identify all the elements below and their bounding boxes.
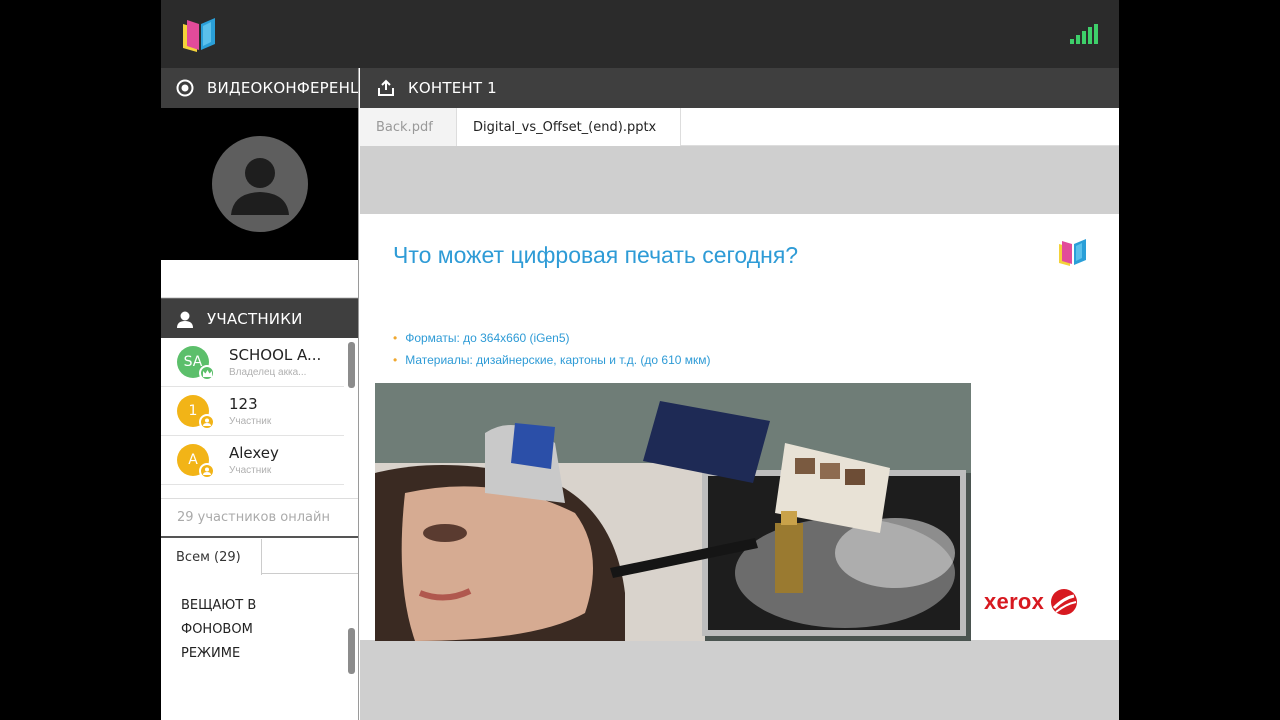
participant-row[interactable]: 1 123 Участник — [161, 387, 344, 436]
user-placeholder-icon — [211, 136, 308, 232]
webinar-app: ВИДЕОКОНФЕРЕНЦИЯ УЧАСТНИКИ SA — [161, 0, 1119, 720]
slide-bullet: • Материалы: дизайнерские, картоны и т.д.… — [393, 353, 711, 367]
slide-viewer: Что может цифровая печать сегодня? • Форм… — [360, 146, 1119, 720]
signal-strength-icon — [1070, 24, 1098, 44]
participant-list: SA SCHOOL A... Владелец акка... 1 123 Уч… — [161, 338, 358, 498]
video-panel-header[interactable]: ВИДЕОКОНФЕРЕНЦИЯ — [161, 68, 358, 108]
content-panel: КОНТЕНТ 1 Back.pdf Digital_vs_Offset_(en… — [360, 68, 1119, 720]
user-icon — [199, 463, 215, 479]
avatar-initials: A — [188, 452, 198, 468]
video-feed[interactable] — [161, 108, 358, 260]
participant-name: 123 — [229, 395, 258, 413]
avatar-initials: 1 — [188, 403, 198, 419]
chat-tab-all[interactable]: Всем (29) — [161, 539, 262, 575]
content-panel-title: КОНТЕНТ 1 — [408, 79, 497, 97]
video-panel-title: ВИДЕОКОНФЕРЕНЦИЯ — [207, 79, 358, 97]
participants-panel-title: УЧАСТНИКИ — [207, 309, 303, 328]
participant-role: Владелец акка... — [229, 367, 307, 378]
participants-panel-header[interactable]: УЧАСТНИКИ — [161, 298, 358, 338]
avatar: SA — [177, 346, 215, 381]
avatar: 1 — [177, 395, 215, 430]
crown-icon — [199, 365, 215, 381]
slide-bullet-text: Форматы: до 364x660 (iGen5) — [405, 331, 570, 345]
user-icon — [199, 414, 215, 430]
participant-name: SCHOOL A... — [229, 346, 322, 364]
book-logo-icon — [1059, 239, 1086, 266]
participant-role: Участник — [229, 416, 272, 427]
print-samples-photo — [375, 383, 971, 641]
chat-panel: Всем (29) ВЕЩАЮТ В ФОНОВОМ РЕЖИМЕ — [161, 538, 358, 720]
xerox-logo: xerox — [984, 588, 1078, 616]
participant-role: Участник — [229, 465, 272, 476]
participant-row[interactable]: A Alexey Участник — [161, 436, 344, 485]
record-icon — [175, 78, 195, 98]
participants-scrollbar[interactable] — [348, 342, 355, 388]
slide-title: Что может цифровая печать сегодня? — [393, 242, 799, 268]
tab-back-pdf[interactable]: Back.pdf — [360, 108, 457, 146]
chat-message: ВЕЩАЮТ В ФОНОВОМ РЕЖИМЕ — [181, 598, 257, 661]
participant-row[interactable]: SA SCHOOL A... Владелец акка... — [161, 338, 344, 387]
chat-tabs: Всем (29) — [161, 538, 358, 575]
avatar: A — [177, 444, 215, 479]
top-bar — [161, 0, 1119, 68]
participant-name: Alexey — [229, 444, 279, 462]
xerox-wordmark: xerox — [984, 589, 1045, 614]
content-panel-header[interactable]: КОНТЕНТ 1 — [360, 68, 1119, 108]
document-tabs: Back.pdf Digital_vs_Offset_(end).pptx — [360, 108, 1119, 146]
presentation-slide: Что может цифровая печать сегодня? • Форм… — [360, 214, 1119, 641]
xerox-sphere-icon — [1051, 589, 1078, 615]
upload-icon — [376, 78, 396, 98]
left-sidebar: ВИДЕОКОНФЕРЕНЦИЯ УЧАСТНИКИ SA — [161, 68, 359, 720]
slide-bullet: • Форматы: до 364x660 (iGen5) — [393, 331, 570, 345]
slide-photo — [375, 383, 971, 641]
book-logo-icon[interactable] — [179, 14, 221, 54]
tab-digital-vs-offset-pptx[interactable]: Digital_vs_Offset_(end).pptx — [457, 108, 681, 146]
video-footer — [161, 260, 358, 298]
online-count: 29 участников онлайн — [161, 498, 358, 538]
slide-bullet-text: Материалы: дизайнерские, картоны и т.д. … — [405, 353, 711, 367]
person-icon — [175, 309, 195, 329]
chat-scrollbar[interactable] — [348, 628, 355, 674]
